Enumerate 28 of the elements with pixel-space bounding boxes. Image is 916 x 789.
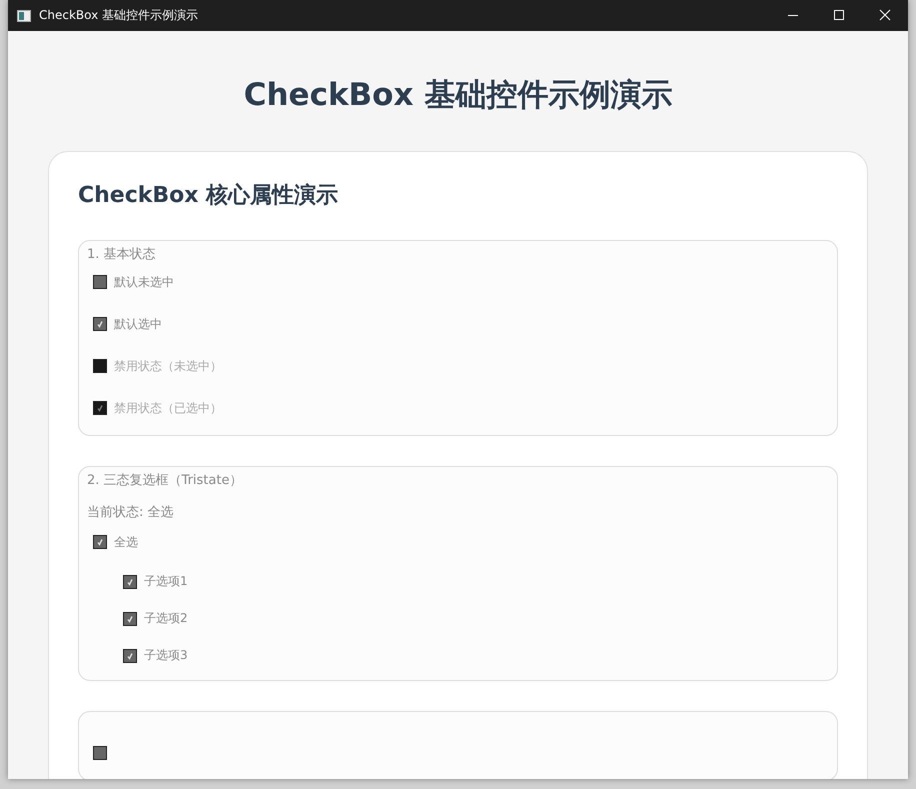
status-text: 当前状态: 全选 bbox=[87, 504, 175, 521]
check-icon bbox=[95, 403, 105, 413]
checkbox-label: 全选 bbox=[114, 534, 138, 550]
group-title: 1. 基本状态 bbox=[87, 246, 157, 261]
card-title: CheckBox 核心属性演示 bbox=[78, 182, 340, 210]
checkbox[interactable] bbox=[93, 317, 107, 331]
checkbox[interactable] bbox=[93, 746, 107, 760]
window-title: CheckBox 基础控件示例演示 bbox=[39, 7, 198, 24]
checkbox-label: 禁用状态（已选中） bbox=[114, 400, 222, 416]
checkbox-label: 子选项3 bbox=[144, 647, 188, 664]
checkbox-label: 禁用状态（未选中） bbox=[114, 358, 222, 374]
check-icon bbox=[125, 614, 135, 624]
checkbox-label: 默认未选中 bbox=[114, 274, 174, 290]
group-title: 2. 三态复选框（Tristate） bbox=[87, 472, 244, 487]
check-icon bbox=[125, 650, 135, 660]
check-icon bbox=[95, 537, 105, 547]
checkbox[interactable] bbox=[93, 275, 107, 289]
check-icon bbox=[125, 576, 135, 586]
checkbox[interactable] bbox=[123, 574, 137, 588]
app-icon bbox=[17, 10, 31, 22]
checkbox-label: 默认选中 bbox=[114, 316, 162, 332]
checkbox[interactable] bbox=[123, 612, 137, 626]
check-icon bbox=[95, 319, 105, 329]
checkbox[interactable] bbox=[93, 535, 107, 549]
checkbox[interactable] bbox=[123, 648, 137, 662]
page-heading: CheckBox 基础控件示例演示 bbox=[242, 76, 674, 115]
checkbox-label: 子选项1 bbox=[144, 573, 188, 590]
checkbox-label: 子选项2 bbox=[144, 610, 188, 627]
